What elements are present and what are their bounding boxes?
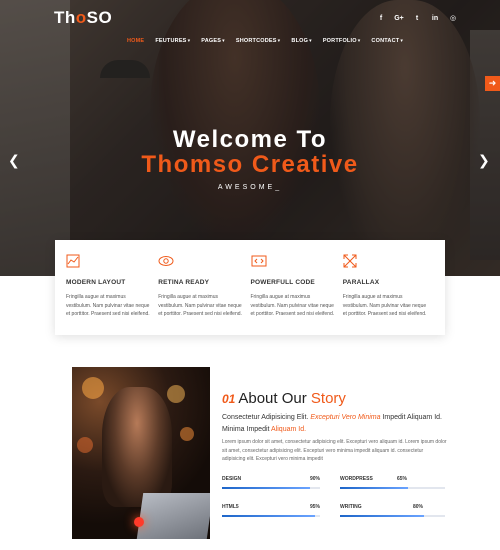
nav-item-pages[interactable]: PAGES▾ [201,38,225,44]
instagram-icon[interactable]: ◎ [444,12,462,26]
slider-next-icon[interactable]: ❯ [478,152,490,169]
code-icon [251,254,266,268]
skill-fill [340,515,424,517]
photo-person [102,387,172,507]
google-plus-icon[interactable]: G+ [390,12,408,26]
skill-bar-wordpress: WORDPRESS 65% [340,476,445,489]
main-nav: HOME FEUTURES▾ PAGES▾ SHORTCODES▾ BLOG▾ … [127,38,403,44]
feature-item: MODERN LAYOUT Fringilla augue at maximus… [66,254,158,335]
skill-value: 65% [396,476,407,482]
features-card: MODERN LAYOUT Fringilla augue at maximus… [55,240,445,335]
skill-track [340,515,445,517]
skill-track [340,487,445,489]
nav-item-contact[interactable]: CONTACT▾ [371,38,403,44]
skill-value: 80% [412,504,423,510]
nav-item-home[interactable]: HOME [127,38,144,44]
nav-item-shortcodes[interactable]: SHORTCODES▾ [236,38,281,44]
feature-description: Fringilla augue at maximus vestibulum. N… [342,294,427,317]
arrow-right-icon: ➜ [488,78,497,88]
expand-icon [343,254,357,268]
side-panel-toggle-button[interactable]: ➜ [485,76,500,91]
about-heading: 01 About Our Story [222,390,346,407]
skill-label: DESIGN [222,476,242,482]
chart-icon [66,254,80,268]
skill-bar-writing: WRITING 80% [340,504,445,517]
feature-item: PARALLAX Fringilla augue at maximus vest… [343,254,435,335]
skill-label: WRITING [340,504,362,510]
skill-value: 95% [309,504,320,510]
skill-bar-html5: HTML5 95% [222,504,320,517]
skill-fill [340,487,409,489]
feature-title: PARALLAX [342,279,380,286]
chevron-down-icon: ▾ [277,38,281,44]
photo-bokeh-light [167,385,185,403]
photo-bokeh-light [180,427,194,441]
page: ThoSO f G+ t in ◎ HOME FEUTURES▾ PAGES▾ … [0,0,500,550]
feature-item: RETINA READY Fringilla augue at maximus … [158,254,250,335]
slider-prev-icon[interactable]: ❮ [8,152,20,169]
photo-bokeh-light [82,377,104,399]
nav-item-portfolio[interactable]: PORTFOLIO▾ [323,38,361,44]
skill-fill [222,487,311,489]
hero-slider: ThoSO f G+ t in ◎ HOME FEUTURES▾ PAGES▾ … [0,0,500,276]
skill-label: WORDPRESS [340,476,373,482]
skill-fill [222,515,316,517]
photo-candle [134,517,144,527]
skill-value: 90% [309,476,320,482]
facebook-icon[interactable]: f [372,12,390,26]
hero-title-line1: Welcome To [172,126,328,153]
social-links: f G+ t in ◎ [372,12,462,26]
site-logo[interactable]: ThoSO [54,8,112,28]
chevron-down-icon: ▾ [357,38,361,44]
feature-title: POWERFULL CODE [250,279,315,286]
about-body-text: Lorem ipsum dolor sit amet, consectetur … [222,439,447,462]
linkedin-icon[interactable]: in [426,12,444,26]
skill-track [222,515,320,517]
skill-track [222,487,320,489]
chevron-down-icon: ▾ [187,38,191,44]
skill-bar-design: DESIGN 90% [222,476,320,489]
eye-icon [158,254,174,268]
photo-bokeh-light [77,437,93,453]
hero-title-line2: Thomso Creative [141,151,359,178]
feature-description: Fringilla augue at maximus vestibulum. N… [158,294,242,317]
nav-item-blog[interactable]: BLOG▾ [291,38,311,44]
hero-subtitle: AWESOME_ [217,184,283,191]
feature-title: MODERN LAYOUT [66,279,126,286]
photo-laptop [136,493,210,539]
twitter-icon[interactable]: t [408,12,426,26]
feature-title: RETINA READY [158,279,210,286]
feature-description: Fringilla augue at maximus vestibulum. N… [66,294,150,317]
chevron-down-icon: ▾ [400,38,404,44]
chevron-down-icon: ▾ [222,38,225,44]
chevron-down-icon: ▾ [309,38,312,44]
about-lead-text: Consectetur Adipisicing Elit. Excepturi … [222,414,442,433]
feature-description: Fringilla augue at maximus vestibulum. N… [250,294,335,317]
skill-label: HTML5 [222,504,239,510]
feature-item: POWERFULL CODE Fringilla augue at maximu… [251,254,343,335]
nav-item-features[interactable]: FEUTURES▾ [155,38,190,44]
about-photo [72,367,210,539]
